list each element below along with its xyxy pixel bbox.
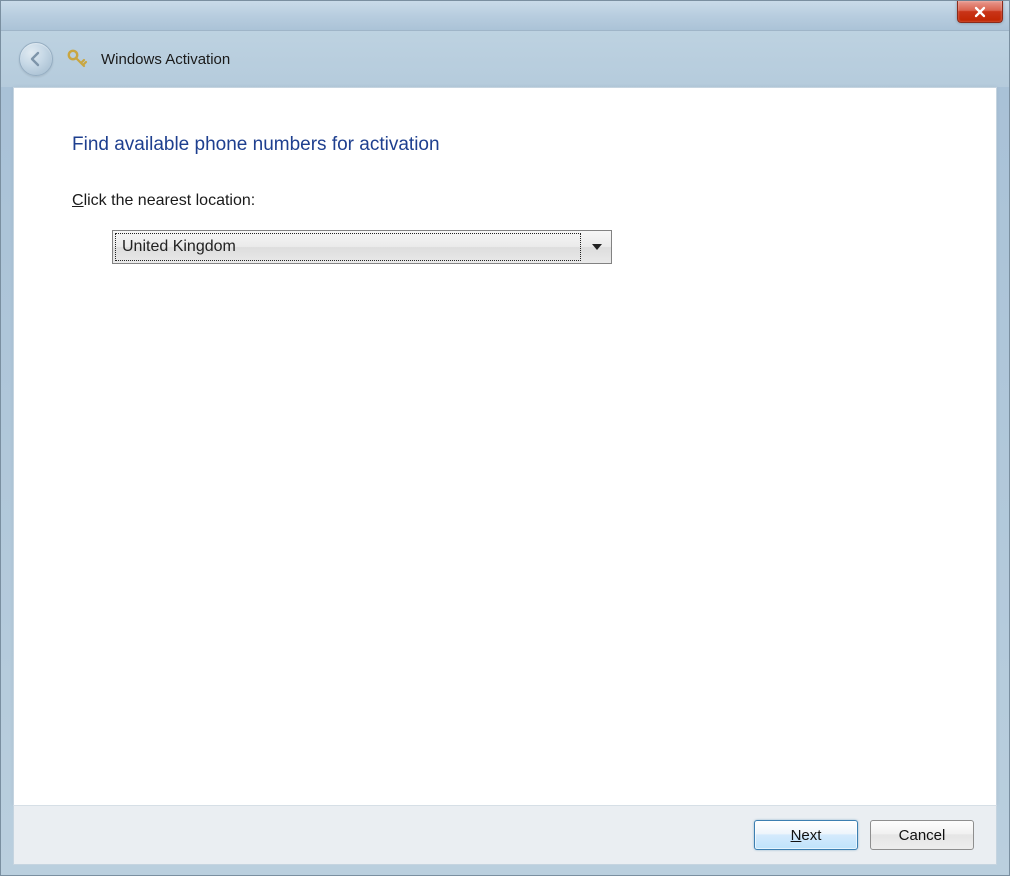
key-icon	[65, 47, 89, 71]
page-heading: Find available phone numbers for activat…	[72, 134, 938, 156]
next-accel: N	[791, 827, 802, 844]
titlebar	[1, 1, 1009, 31]
next-button[interactable]: Next	[754, 820, 858, 850]
close-icon	[973, 6, 987, 18]
next-rest: ext	[801, 827, 821, 844]
back-button[interactable]	[19, 42, 53, 76]
dropdown-row: United Kingdom	[72, 230, 938, 264]
chevron-down-icon	[592, 244, 602, 250]
dropdown-selected-value: United Kingdom	[115, 233, 581, 261]
location-dropdown[interactable]: United Kingdom	[112, 230, 612, 264]
location-label: Click the nearest location:	[72, 192, 938, 210]
cancel-button[interactable]: Cancel	[870, 820, 974, 850]
content: Find available phone numbers for activat…	[14, 88, 996, 805]
back-arrow-icon	[27, 50, 45, 68]
label-text: lick the nearest location:	[84, 192, 256, 209]
app-title: Windows Activation	[101, 51, 230, 68]
dropdown-arrow	[583, 231, 611, 263]
label-accel: C	[72, 192, 84, 209]
content-panel: Find available phone numbers for activat…	[13, 87, 997, 805]
cancel-label: Cancel	[899, 827, 946, 844]
header-strip: Windows Activation	[1, 31, 1009, 87]
close-button[interactable]	[957, 1, 1003, 23]
footer: Next Cancel	[13, 805, 997, 865]
activation-window: Windows Activation Find available phone …	[0, 0, 1010, 876]
